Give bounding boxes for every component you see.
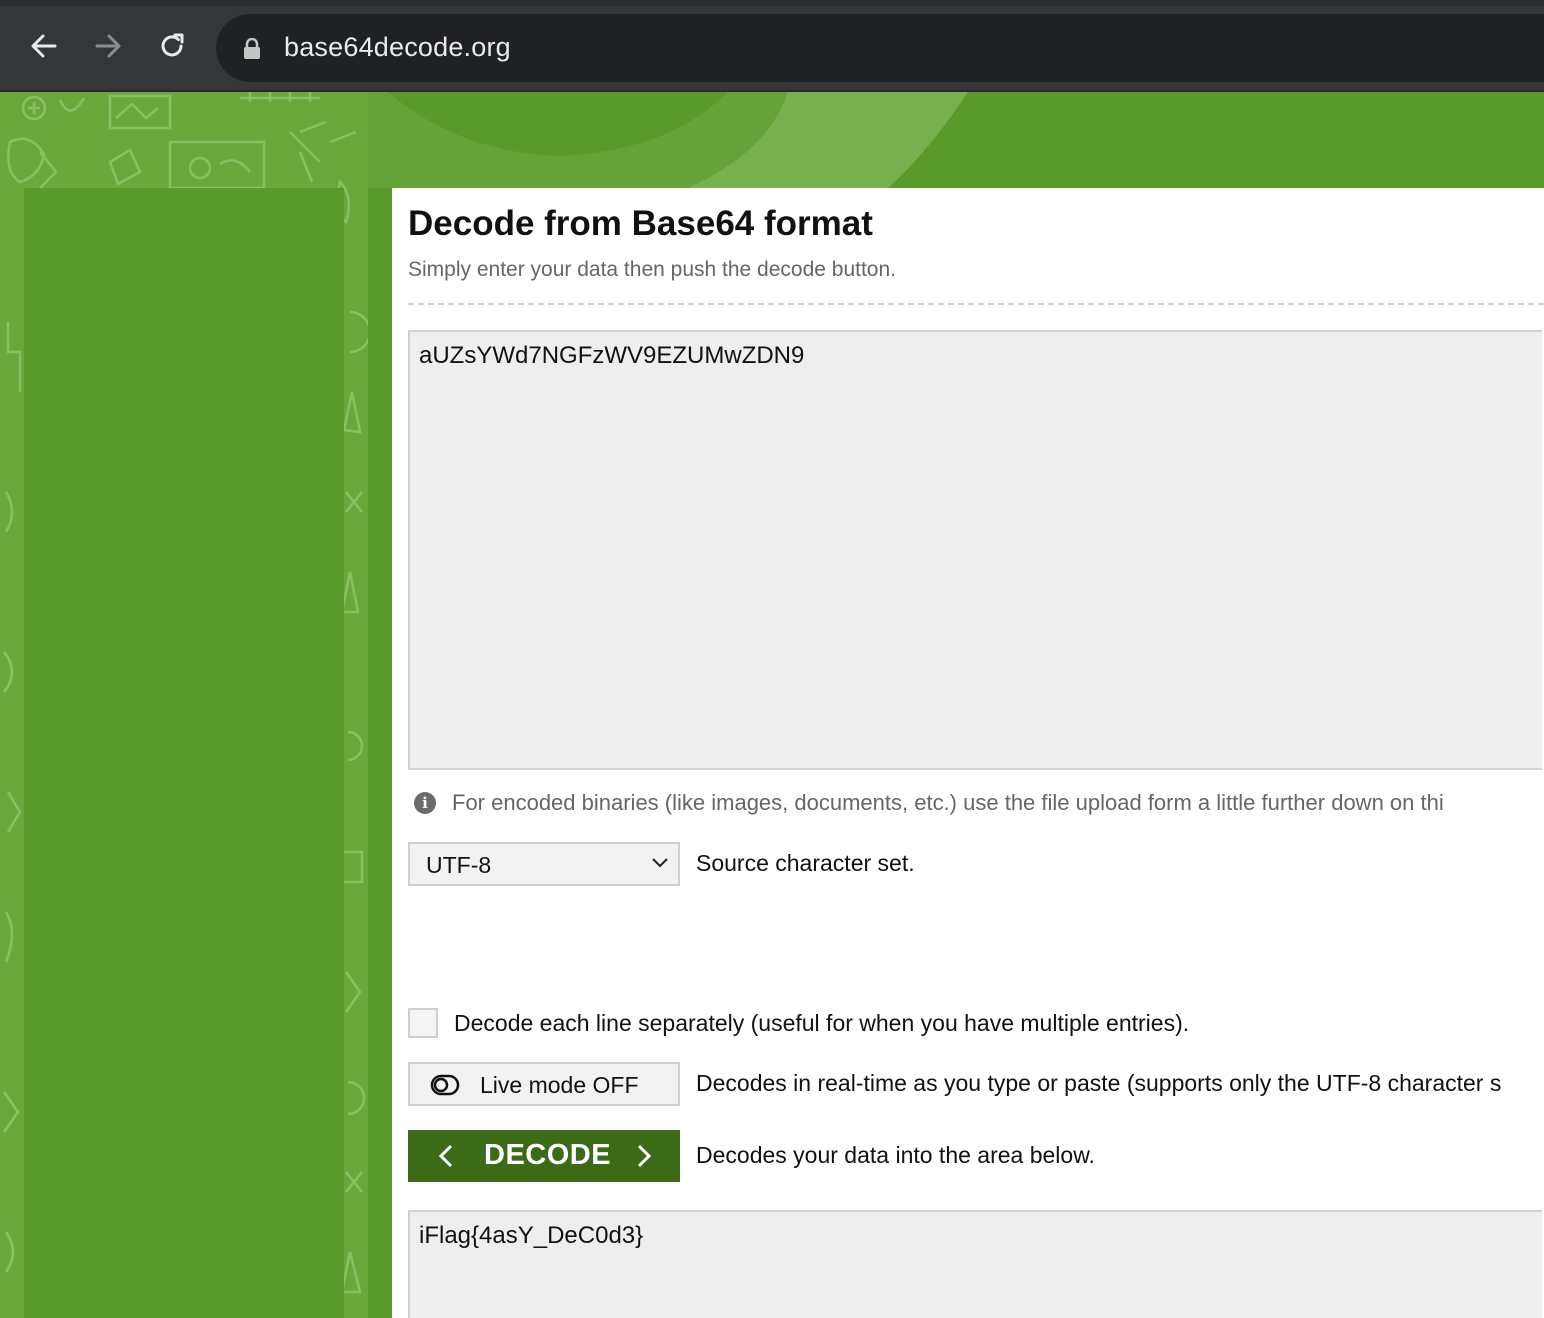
content-gutter	[368, 188, 392, 1318]
back-button[interactable]	[24, 26, 64, 66]
address-url[interactable]: base64decode.org	[284, 32, 511, 63]
page: Decode from Base64 format Simply enter y…	[0, 92, 1544, 1318]
info-note-text: For encoded binaries (like images, docum…	[452, 790, 1444, 815]
charset-select[interactable]: UTF-8	[408, 842, 680, 886]
address-bar[interactable]: base64decode.org	[216, 14, 1544, 82]
decode-button[interactable]: DECODE	[408, 1130, 680, 1182]
toggle-off-icon	[430, 1074, 460, 1096]
output-textarea[interactable]: iFlag{4asY_DeC0d3}	[408, 1210, 1542, 1318]
decode-description: Decodes your data into the area below.	[696, 1142, 1095, 1168]
lock-icon	[244, 38, 260, 59]
browser-toolbar: base64decode.org	[0, 0, 1544, 92]
sidebar-panel	[24, 188, 344, 1318]
reload-icon	[161, 33, 184, 57]
main-content: Decode from Base64 format Simply enter y…	[392, 188, 1544, 1318]
header-banner	[368, 92, 1544, 188]
info-icon: i	[414, 792, 436, 814]
input-textarea[interactable]: aUZsYWd7NGFzWV9EZUMwZDN9	[408, 330, 1542, 770]
chevron-right-icon	[637, 1144, 652, 1168]
arrow-left-icon	[31, 34, 57, 58]
banner-arc-icon	[368, 92, 968, 188]
decode-button-label: DECODE	[484, 1139, 612, 1171]
reload-button[interactable]	[152, 26, 192, 66]
page-subtitle: Simply enter your data then push the dec…	[408, 258, 896, 281]
page-title: Decode from Base64 format	[408, 204, 873, 243]
tab-strip-edge	[0, 0, 1544, 6]
chevron-down-icon	[652, 858, 668, 868]
live-mode-label: Live mode OFF	[480, 1072, 639, 1098]
decode-lines-checkbox[interactable]	[408, 1008, 438, 1038]
decode-lines-label[interactable]: Decode each line separately (useful for …	[454, 1010, 1189, 1037]
info-note: i For encoded binaries (like images, doc…	[414, 790, 1444, 816]
arrow-right-icon	[95, 34, 121, 58]
charset-selected-value: UTF-8	[426, 852, 492, 878]
live-mode-button[interactable]: Live mode OFF	[408, 1062, 680, 1106]
live-mode-description: Decodes in real-time as you type or past…	[696, 1070, 1502, 1096]
section-divider	[408, 303, 1544, 305]
chevron-left-icon	[438, 1144, 453, 1168]
charset-label: Source character set.	[696, 850, 915, 876]
forward-button[interactable]	[88, 26, 128, 66]
